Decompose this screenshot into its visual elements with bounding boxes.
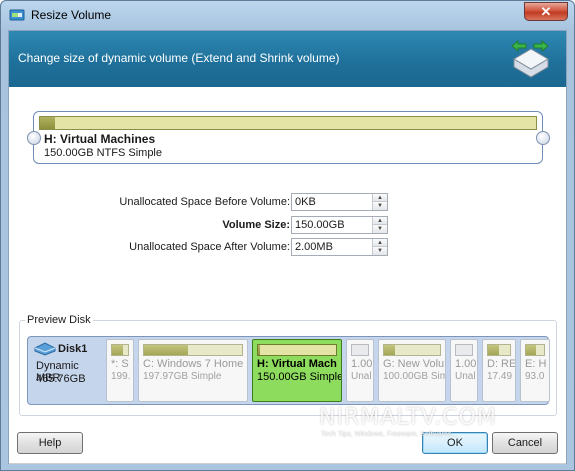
partition-usage-bar <box>111 344 129 356</box>
spin-up-icon[interactable]: ▲ <box>373 194 387 202</box>
partition-usage-bar <box>383 344 441 356</box>
partition-name: D: RE <box>487 358 516 370</box>
volume-usage-bar[interactable] <box>39 116 537 130</box>
title-bar[interactable]: Resize Volume ✕ <box>1 1 574 29</box>
partition-name: 1.00 <box>351 358 373 370</box>
partition-name: H: Virtual Mach <box>257 358 337 370</box>
partition-used-fill <box>526 345 536 355</box>
disk-icon <box>34 342 56 356</box>
header-banner: Change size of dynamic volume (Extend an… <box>9 31 566 87</box>
preview-disk-label: Preview Disk <box>25 314 93 326</box>
partition-used-fill <box>384 345 396 355</box>
disk-info[interactable]: Disk1 Dynamic MBR 465.76GB <box>30 339 104 402</box>
partition[interactable]: E: H 93.0 <box>520 339 550 402</box>
spin-down-icon[interactable]: ▼ <box>373 247 387 255</box>
left-resize-handle[interactable] <box>27 131 41 145</box>
volume-size-spinner[interactable]: 150.00GB ▲ ▼ <box>291 216 388 234</box>
volume-resize-panel: H: Virtual Machines 150.00GB NTFS Simple <box>33 111 543 164</box>
volume-size-label: Volume Size: <box>222 219 290 231</box>
disk-size: 465.76GB <box>36 373 86 385</box>
partition-detail: 150.00GB Simple <box>257 371 342 383</box>
disk-name: Disk1 <box>58 343 88 355</box>
partition-selected[interactable]: H: Virtual Mach 150.00GB Simple <box>252 339 342 402</box>
after-space-spinner[interactable]: 2.00MB ▲ ▼ <box>291 238 388 256</box>
volume-used-fill <box>40 117 55 129</box>
before-space-value[interactable]: 0KB <box>295 196 316 208</box>
partition-usage-bar <box>525 344 545 356</box>
partition-detail: 93.0 <box>525 371 545 382</box>
partition[interactable]: *: S 199. <box>106 339 134 402</box>
volume-size-spin-buttons: ▲ ▼ <box>372 217 387 233</box>
before-space-label: Unallocated Space Before Volume: <box>119 196 290 208</box>
partition-usage-bar <box>143 344 243 356</box>
after-space-label: Unallocated Space After Volume: <box>129 241 290 253</box>
resize-volume-dialog: Resize Volume ✕ Change size of dynamic v… <box>0 0 575 471</box>
banner-description: Change size of dynamic volume (Extend an… <box>18 51 340 65</box>
partition-name: C: Windows 7 Home <box>143 358 244 370</box>
dialog-body: Change size of dynamic volume (Extend an… <box>8 30 567 464</box>
partition-detail: 197.97GB Simple <box>143 371 222 382</box>
footer-divider <box>9 463 566 464</box>
partition-name: *: S <box>111 358 129 370</box>
partition-detail: 199. <box>111 371 131 382</box>
window-title: Resize Volume <box>31 8 112 22</box>
partition-name: E: H <box>525 358 547 370</box>
before-space-spinner[interactable]: 0KB ▲ ▼ <box>291 193 388 211</box>
volume-name: H: Virtual Machines <box>44 132 156 146</box>
spin-up-icon[interactable]: ▲ <box>373 239 387 247</box>
partition[interactable]: G: New Volu 100.00GB Sim <box>378 339 446 402</box>
partition-usage-bar <box>455 344 473 356</box>
partition-detail: 100.00GB Sim <box>383 371 446 382</box>
spin-down-icon[interactable]: ▼ <box>373 202 387 210</box>
before-space-spin-buttons: ▲ ▼ <box>372 194 387 210</box>
partition-app-icon <box>9 9 25 21</box>
after-space-spin-buttons: ▲ ▼ <box>372 239 387 255</box>
partition-name: 1.00 <box>455 358 477 370</box>
partition-usage-bar <box>487 344 511 356</box>
spin-up-icon[interactable]: ▲ <box>373 217 387 225</box>
spin-down-icon[interactable]: ▼ <box>373 225 387 233</box>
after-space-value[interactable]: 2.00MB <box>295 241 333 253</box>
partition-used-fill <box>488 345 499 355</box>
volume-description: 150.00GB NTFS Simple <box>44 147 162 159</box>
watermark-logo: NIRMALTV.COM <box>319 405 497 430</box>
partition[interactable]: C: Windows 7 Home 197.97GB Simple <box>138 339 248 402</box>
close-icon: ✕ <box>540 4 552 19</box>
partition-detail: Unal <box>455 371 476 382</box>
watermark-tagline: Tech Tips, Windows, Freeware, Softwares.… <box>321 431 458 438</box>
help-button[interactable]: Help <box>17 432 83 454</box>
volume-size-value[interactable]: 150.00GB <box>295 219 345 231</box>
partition[interactable]: 1.00 Unal <box>346 339 374 402</box>
partition-usage-bar <box>257 344 337 356</box>
partition-name: G: New Volu <box>383 358 445 370</box>
resize-volume-icon <box>511 39 549 78</box>
cancel-button[interactable]: Cancel <box>492 432 558 454</box>
partition[interactable]: 1.00 Unal <box>450 339 478 402</box>
partition-detail: 17.49 <box>487 371 513 382</box>
partition-used-fill <box>144 345 189 355</box>
partition-used-fill <box>112 345 124 355</box>
partition-detail: Unal <box>351 371 372 382</box>
partition-used-fill <box>258 345 261 355</box>
right-resize-handle[interactable] <box>536 131 550 145</box>
close-button[interactable]: ✕ <box>524 2 568 21</box>
disk-map: Disk1 Dynamic MBR 465.76GB *: S 199. C: Wi… <box>27 336 550 405</box>
partition[interactable]: D: RE 17.49 <box>482 339 516 402</box>
partition-usage-bar <box>351 344 369 356</box>
